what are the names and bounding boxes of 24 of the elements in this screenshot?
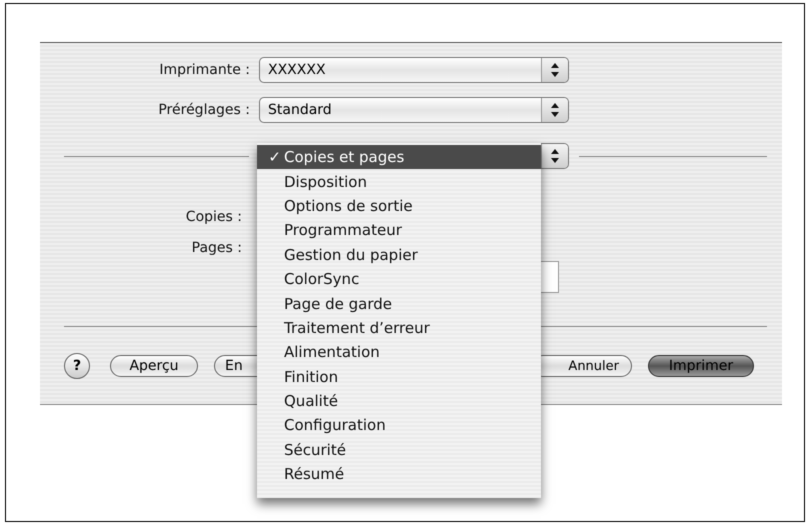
up-down-arrows-icon	[541, 144, 568, 168]
menu-item[interactable]: Qualité	[257, 388, 541, 414]
presets-label: Préréglages :	[157, 102, 250, 118]
menu-item[interactable]: ColorSync	[257, 266, 541, 292]
menu-item[interactable]: Configuration	[257, 413, 541, 438]
menu-item[interactable]: Page de garde	[257, 291, 541, 316]
dialog-button[interactable]: Imprimer	[648, 355, 754, 377]
copies-label: Copies :	[184, 209, 242, 225]
menu-item[interactable]: Résumé	[257, 462, 541, 486]
printer-label: Imprimante :	[158, 62, 250, 78]
printer-popup[interactable]: XXXXXX	[259, 57, 569, 83]
presets-popup[interactable]: Standard	[259, 97, 569, 123]
menu-item[interactable]: Programmateur	[257, 218, 541, 243]
menu-item[interactable]: Gestion du papier	[257, 242, 541, 267]
up-down-arrows-icon	[541, 98, 568, 122]
help-button[interactable]: ?	[64, 353, 90, 379]
menu-item[interactable]: ✓ Copies et pages	[257, 145, 541, 170]
menu-item[interactable]: Sécurité	[257, 438, 541, 462]
up-down-arrows-icon	[541, 58, 568, 82]
menu-item[interactable]: Options de sortie	[257, 194, 541, 218]
pages-label: Pages :	[190, 240, 242, 256]
menu-item[interactable]: Traitement d’erreur	[257, 316, 541, 340]
menu-item[interactable]: Disposition	[257, 169, 541, 194]
dialog-button[interactable]: Aperçu	[110, 355, 198, 377]
